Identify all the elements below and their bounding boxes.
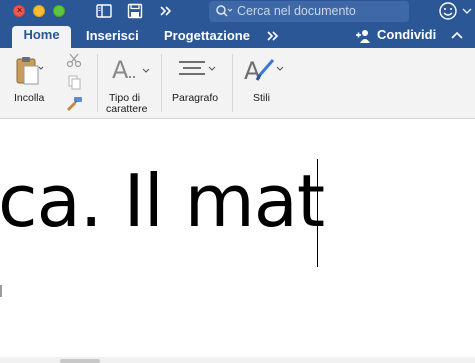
search-icon [216, 5, 233, 17]
paragraph-label[interactable]: Paragrafo [172, 93, 218, 104]
document-text[interactable]: ca. Il mat [0, 159, 325, 243]
more-tabs-icon[interactable] [265, 28, 281, 44]
font-label-line2[interactable]: carattere [106, 104, 147, 115]
sidebar-icon[interactable] [95, 2, 113, 20]
paste-clipboard-icon[interactable] [14, 54, 44, 90]
maximize-window-button[interactable] [53, 5, 65, 17]
document-canvas[interactable]: ca. Il mat [0, 119, 475, 363]
search-placeholder: Cerca nel documento [237, 4, 356, 18]
font-icon[interactable]: A [110, 56, 152, 86]
format-painter-icon[interactable] [66, 96, 84, 112]
share-person-icon[interactable] [355, 28, 373, 44]
tab-home[interactable]: Home [12, 26, 71, 48]
copy-icon[interactable] [66, 74, 82, 90]
styles-brush-icon[interactable]: A [243, 54, 285, 86]
paragraph-align-icon[interactable] [177, 58, 219, 82]
svg-text:A: A [244, 57, 261, 85]
collapse-ribbon-icon[interactable] [449, 28, 465, 44]
save-icon[interactable] [126, 2, 144, 20]
minimize-window-button[interactable] [33, 5, 45, 17]
paste-label[interactable]: Incolla [14, 93, 44, 104]
ribbon-separator [97, 54, 98, 112]
more-commands-icon[interactable] [157, 2, 175, 20]
text-cursor [317, 159, 318, 267]
tab-inserisci[interactable]: Inserisci [86, 27, 139, 48]
search-field[interactable]: Cerca nel documento [209, 1, 409, 22]
feedback-smiley-icon[interactable] [438, 1, 458, 21]
close-window-button[interactable]: × [13, 5, 25, 17]
styles-label[interactable]: Stili [253, 93, 270, 104]
horizontal-scrollbar[interactable] [0, 357, 475, 363]
feedback-dropdown-icon[interactable] [460, 3, 474, 17]
svg-text:A: A [112, 56, 129, 84]
horizontal-scrollbar-thumb[interactable] [60, 359, 100, 363]
share-button-label[interactable]: Condividi [377, 27, 436, 42]
ribbon-separator [161, 54, 162, 112]
ribbon-separator [232, 54, 233, 112]
cut-scissors-icon[interactable] [66, 52, 82, 68]
ribbon: Incolla A Tipo di carattere Paragrafo A [0, 48, 475, 119]
tab-progettazione[interactable]: Progettazione [164, 27, 250, 48]
title-bar: × Cerca nel documento Home Inserisci Pro… [0, 0, 475, 48]
margin-marker [0, 285, 2, 297]
